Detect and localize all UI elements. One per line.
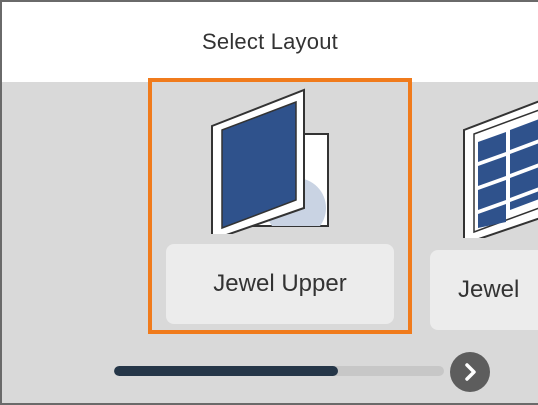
layout-option-jewel-next[interactable]: Jewel: [428, 82, 538, 338]
scroll-progress-bar: [114, 366, 444, 376]
layout-label-button[interactable]: Jewel: [430, 250, 538, 330]
layout-label: Jewel Upper: [213, 270, 347, 297]
layout-label-button[interactable]: Jewel Upper: [166, 244, 394, 324]
header-bar: Select Layout: [2, 2, 538, 82]
jewel-index-layout-icon: [462, 90, 538, 246]
layout-selection-screen: Select Layout Jewel Upper Jewel: [0, 0, 538, 405]
layout-option-jewel-upper[interactable]: Jewel Upper: [148, 78, 412, 334]
layout-label: Jewel: [458, 276, 520, 303]
scroll-progress-fill: [114, 366, 339, 376]
chevron-right-icon: [465, 363, 476, 381]
next-page-button[interactable]: [450, 352, 490, 392]
page-title: Select Layout: [202, 29, 338, 54]
layout-carousel[interactable]: Jewel Upper Jewel: [2, 78, 538, 344]
jewel-upper-layout-icon: [210, 86, 340, 242]
